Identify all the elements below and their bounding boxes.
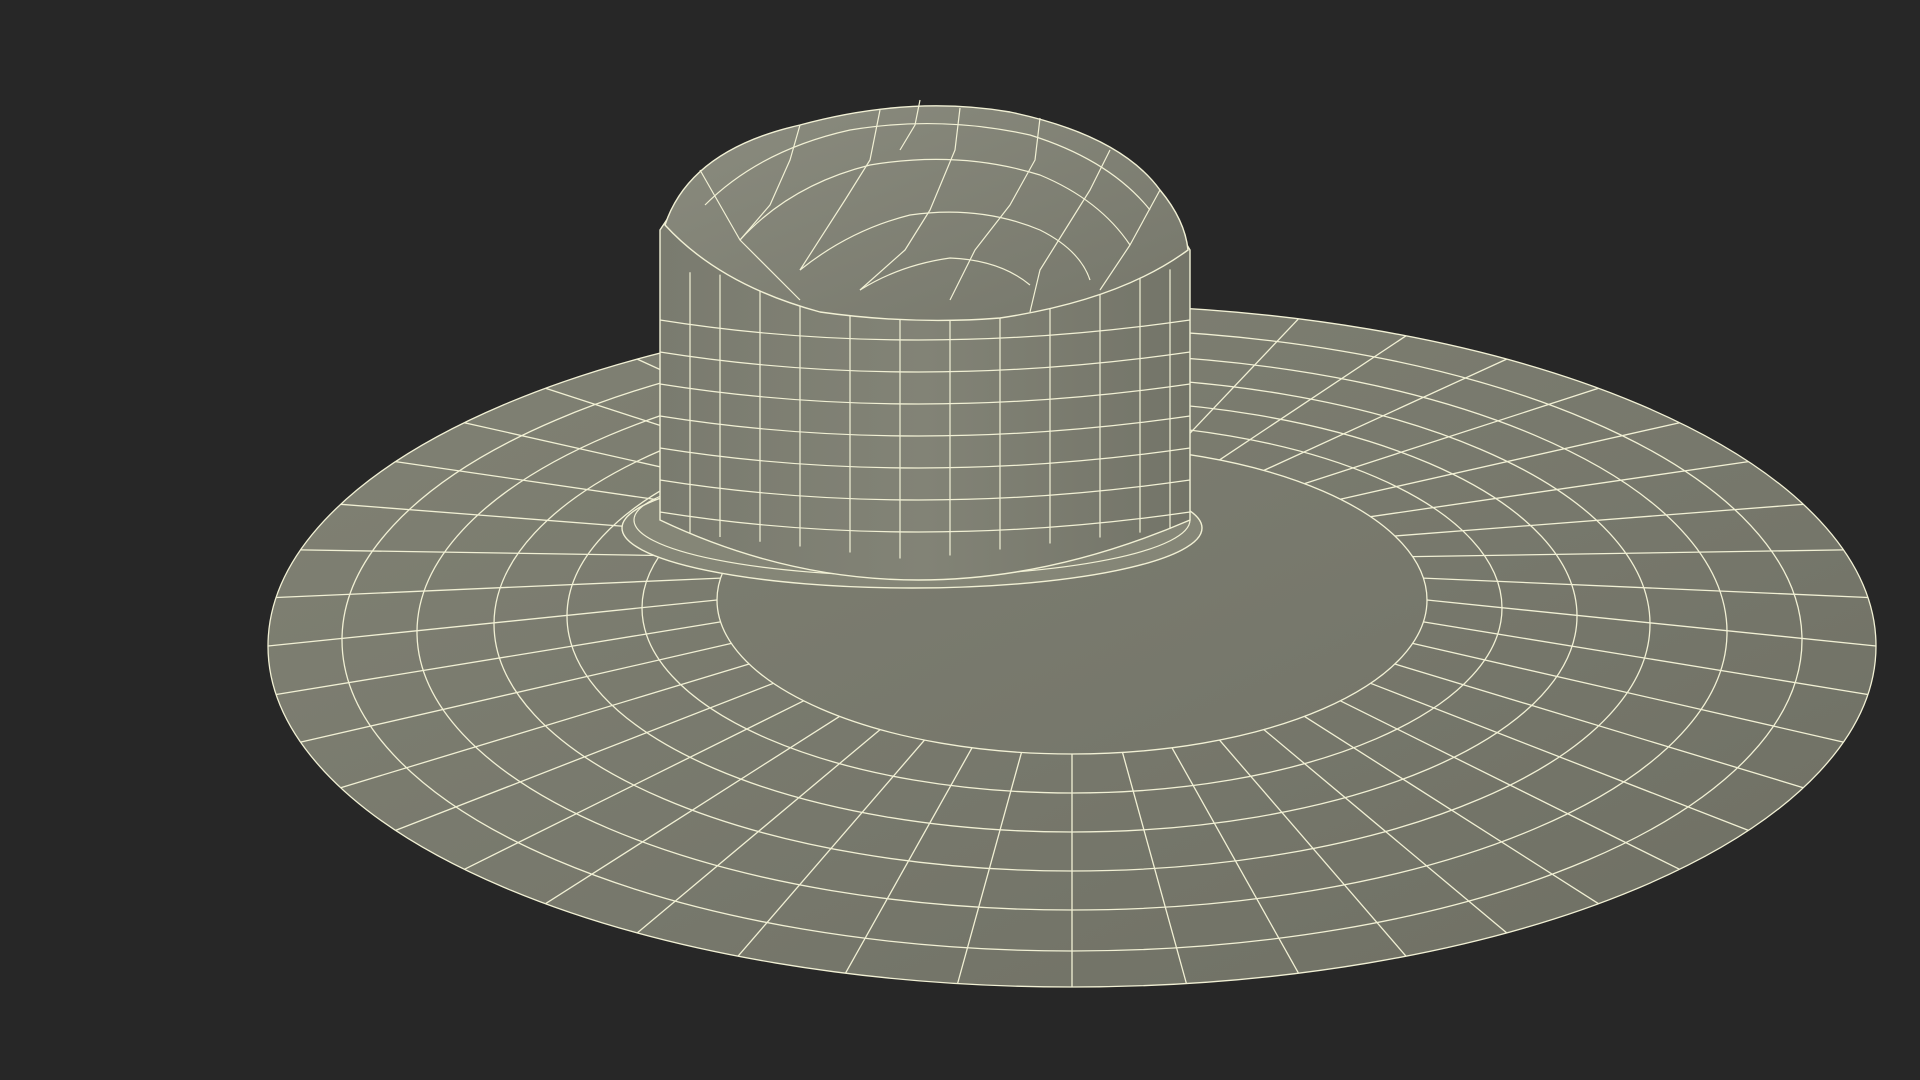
hat-wireframe-render: // decorative geometry generation (layou…	[267, 99, 1877, 988]
render-viewport: // decorative geometry generation (layou…	[0, 0, 1920, 1080]
